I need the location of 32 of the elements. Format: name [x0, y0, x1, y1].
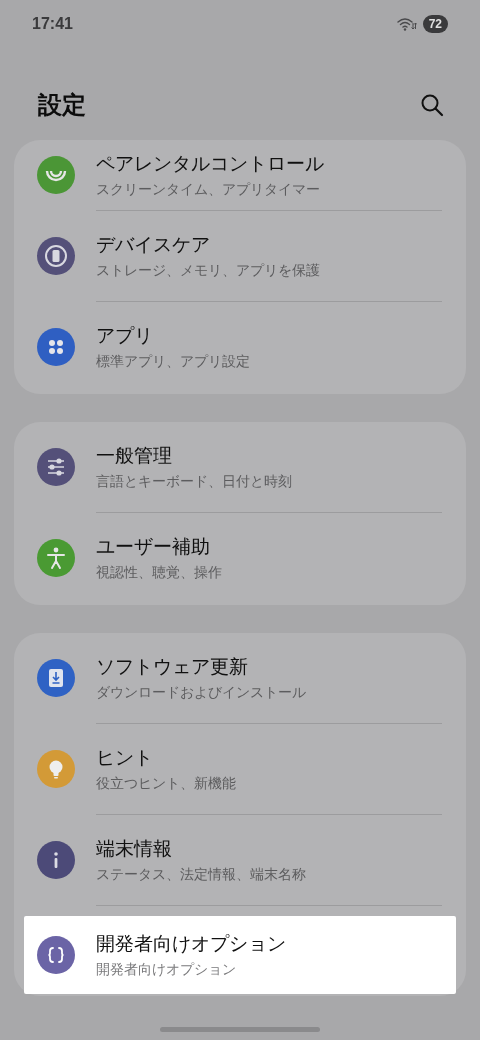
page-title: 設定 [38, 90, 86, 121]
item-title: デバイスケア [96, 232, 211, 257]
settings-item[interactable]: ペアレンタルコントロール スクリーンタイム、アプリタイマー [24, 140, 456, 210]
item-title: 端末情報 [96, 836, 173, 861]
settings-item[interactable]: 端末情報 ステータス、法定情報、端末名称 [24, 815, 456, 905]
settings-item[interactable]: デバイスケア ストレージ、メモリ、アプリを保護 [24, 211, 456, 301]
item-subtitle: ストレージ、メモリ、アプリを保護 [96, 262, 320, 280]
item-title: ペアレンタルコントロール [96, 151, 324, 176]
settings-item[interactable]: ユーザー補助 視認性、聴覚、操作 [24, 513, 456, 603]
settings-item[interactable]: ソフトウェア更新 ダウンロードおよびインストール [24, 633, 456, 723]
item-title: ヒント [96, 745, 154, 770]
settings-item[interactable]: 一般管理 言語とキーボード、日付と時刻 [24, 422, 456, 512]
item-subtitle: ダウンロードおよびインストール [96, 684, 306, 702]
item-title: ソフトウェア更新 [96, 654, 249, 679]
status-time: 17:41 [32, 15, 73, 33]
item-subtitle: 標準アプリ、アプリ設定 [96, 353, 250, 371]
item-title: アプリ [96, 323, 154, 348]
wifi-icon [396, 17, 417, 31]
battery-indicator: 72 [422, 15, 448, 33]
search-icon[interactable] [420, 93, 444, 117]
item-subtitle: 言語とキーボード、日付と時刻 [96, 473, 292, 491]
item-subtitle: 役立つヒント、新機能 [96, 775, 236, 793]
item-title: ユーザー補助 [96, 534, 211, 559]
settings-item[interactable]: ヒント 役立つヒント、新機能 [24, 724, 456, 814]
settings-item[interactable]: 開発者向けオプション 開発者向けオプション [24, 916, 456, 994]
item-subtitle: 視認性、聴覚、操作 [96, 564, 222, 582]
item-title: 一般管理 [96, 443, 173, 468]
settings-item[interactable]: アプリ 標準アプリ、アプリ設定 [24, 302, 456, 392]
item-subtitle: スクリーンタイム、アプリタイマー [96, 181, 321, 199]
item-title: 開発者向けオプション [96, 931, 286, 956]
item-subtitle: 開発者向けオプション [96, 961, 237, 979]
item-subtitle: ステータス、法定情報、端末名称 [96, 866, 306, 884]
